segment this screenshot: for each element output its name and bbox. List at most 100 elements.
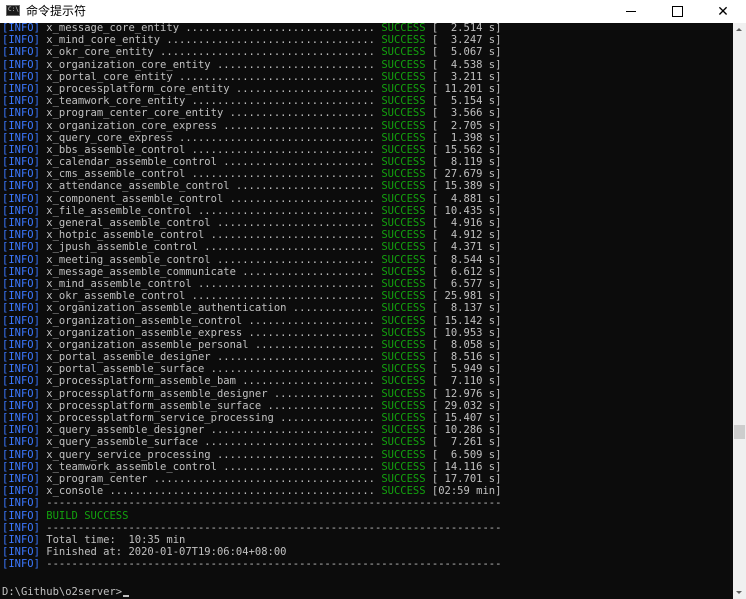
console-line: [INFO] x_query_assemble_designer .......… — [2, 424, 501, 436]
duration-text: [ 15.389 s] — [425, 180, 502, 193]
cmd-icon[interactable]: C:\ — [6, 5, 20, 16]
log-level-tag: [INFO] — [2, 326, 40, 339]
status-text: SUCCESS — [381, 107, 426, 120]
log-level-tag: [INFO] — [2, 192, 40, 205]
status-text: SUCCESS — [381, 338, 426, 351]
status-text: SUCCESS — [381, 363, 426, 376]
log-level-tag: [INFO] — [2, 509, 40, 522]
log-level-tag: [INFO] — [2, 546, 40, 559]
status-text: SUCCESS — [381, 217, 426, 229]
duration-text: [ 14.116 s] — [425, 460, 502, 473]
log-message: x_processplatform_core_entity ..........… — [39, 82, 382, 95]
log-message: ----------------------------------------… — [39, 497, 502, 510]
log-message: x_organization_core_entity .............… — [39, 58, 382, 71]
log-level-tag: [INFO] — [2, 156, 40, 169]
log-level-tag: [INFO] — [2, 338, 40, 351]
console-line: [INFO] x_message_assemble_communicate ..… — [2, 266, 501, 278]
log-level-tag: [INFO] — [2, 241, 40, 254]
log-message: x_okr_core_entity ......................… — [39, 46, 382, 59]
scrollbar-thumb[interactable] — [734, 425, 745, 439]
console-line: [INFO] x_query_assemble_surface ........… — [2, 436, 501, 448]
log-level-tag: [INFO] — [2, 521, 40, 534]
console-line: [INFO] x_console .......................… — [2, 485, 501, 497]
log-message: ----------------------------------------… — [39, 521, 502, 534]
status-text: SUCCESS — [381, 119, 426, 132]
status-text: SUCCESS — [381, 436, 426, 449]
status-text: BUILD SUCCESS — [46, 509, 129, 522]
console-line: [INFO] x_hotpic_assemble_control .......… — [2, 229, 501, 241]
status-text: SUCCESS — [381, 265, 426, 278]
duration-text: [ 4.916 s] — [425, 217, 502, 229]
command-prompt[interactable]: D:\Github\o2server> — [2, 586, 130, 598]
console-line: [INFO] x_processplatform_service_process… — [2, 412, 501, 424]
log-level-tag: [INFO] — [2, 253, 40, 266]
log-message: x_organization_core_express ............… — [39, 119, 382, 132]
duration-text: [ 10.435 s] — [425, 204, 502, 217]
log-level-tag: [INFO] — [2, 387, 40, 400]
console-line: [INFO] x_processplatform_assemble_surfac… — [2, 400, 501, 412]
log-level-tag: [INFO] — [2, 290, 40, 303]
vertical-scrollbar[interactable] — [733, 23, 746, 599]
console-line: [INFO] x_portal_assemble_designer ......… — [2, 351, 501, 363]
duration-text: [ 5.949 s] — [425, 363, 502, 376]
status-text: SUCCESS — [381, 375, 426, 388]
duration-text: [ 5.154 s] — [425, 95, 502, 108]
scroll-up-icon[interactable] — [733, 23, 746, 36]
log-level-tag: [INFO] — [2, 168, 40, 181]
log-message: x_portal_assemble_surface ..............… — [39, 363, 382, 376]
status-text: SUCCESS — [381, 448, 426, 461]
log-level-tag: [INFO] — [2, 448, 40, 461]
close-button[interactable]: ✕ — [700, 0, 746, 23]
console-line: [INFO] Total time: 10:35 min — [2, 534, 501, 546]
duration-text: [ 2.705 s] — [425, 119, 502, 132]
scroll-down-icon[interactable] — [733, 586, 746, 599]
duration-text: [ 8.137 s] — [425, 302, 502, 315]
duration-text: [ 8.516 s] — [425, 351, 502, 364]
console-line: [INFO] x_general_assemble_control ......… — [2, 217, 501, 229]
console-line: [INFO] x_processplatform_core_entity ...… — [2, 83, 501, 95]
log-message: x_teamwork_core_entity .................… — [39, 95, 382, 108]
maximize-button[interactable] — [654, 0, 700, 23]
log-message: x_message_assemble_communicate .........… — [39, 265, 382, 278]
prompt-path: D:\Github\o2server> — [2, 586, 123, 598]
console-line: [INFO] Finished at: 2020-01-07T19:06:04+… — [2, 546, 501, 558]
console-line: [INFO] x_portal_core_entity ............… — [2, 71, 501, 83]
log-level-tag: [INFO] — [2, 119, 40, 132]
log-message: x_console ..............................… — [39, 485, 382, 498]
log-level-tag: [INFO] — [2, 34, 40, 47]
log-message: x_cms_assemble_control .................… — [39, 168, 382, 181]
log-message: x_attendance_assemble_control ..........… — [39, 180, 382, 193]
log-message: x_portal_core_entity ...................… — [39, 70, 382, 83]
status-text: SUCCESS — [381, 277, 426, 290]
duration-text: [ 10.953 s] — [425, 326, 502, 339]
log-level-tag: [INFO] — [2, 23, 40, 34]
status-text: SUCCESS — [381, 143, 426, 156]
title-bar[interactable]: C:\ 命令提示符 ✕ — [0, 0, 746, 23]
text-cursor — [123, 595, 130, 597]
log-level-tag: [INFO] — [2, 460, 40, 473]
console-line: [INFO] ---------------------------------… — [2, 497, 501, 509]
duration-text: [ 3.566 s] — [425, 107, 502, 120]
log-message: x_bbs_assemble_control .................… — [39, 143, 382, 156]
log-level-tag: [INFO] — [2, 58, 40, 71]
log-message: x_mind_assemble_control ................… — [39, 277, 382, 290]
log-level-tag: [INFO] — [2, 472, 40, 485]
duration-text: [ 6.577 s] — [425, 277, 502, 290]
log-message: x_processplatform_assemble_bam .........… — [39, 375, 382, 388]
minimize-button[interactable] — [608, 0, 654, 23]
console-line: [INFO] x_organization_assemble_express .… — [2, 327, 501, 339]
console-line: [INFO] x_teamwork_assemble_control .....… — [2, 461, 501, 473]
log-message: Finished at: 2020-01-07T19:06:04+08:00 — [39, 546, 287, 559]
console-line: [INFO] x_file_assemble_control .........… — [2, 205, 501, 217]
console-line: [INFO] x_program_center ................… — [2, 473, 501, 485]
duration-text: [ 2.514 s] — [425, 23, 502, 34]
console-line: [INFO] x_organization_core_entity ......… — [2, 59, 501, 71]
duration-text: [ 1.398 s] — [425, 131, 502, 144]
console-output[interactable]: [INFO] x_message_core_entity ...........… — [0, 23, 733, 599]
log-message: x_program_center .......................… — [39, 472, 382, 485]
close-icon: ✕ — [717, 3, 729, 20]
log-message: x_organization_assemble_express ........… — [39, 326, 382, 339]
console-line: [INFO] x_cms_assemble_control ..........… — [2, 168, 501, 180]
log-level-tag: [INFO] — [2, 229, 40, 242]
console-line: [INFO] x_message_core_entity ...........… — [2, 23, 501, 34]
